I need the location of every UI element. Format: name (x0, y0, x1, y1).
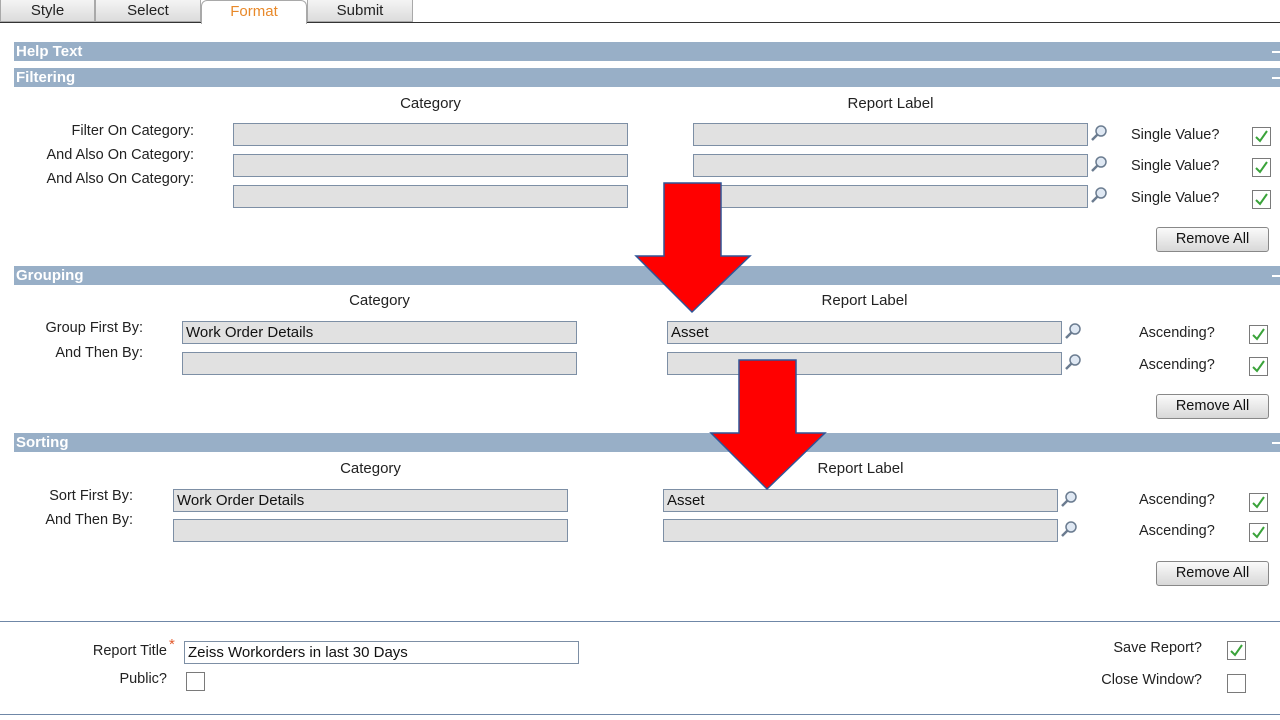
filtering-report-label-header: Report Label (847, 95, 934, 112)
sort-category-field-2[interactable] (173, 519, 568, 542)
sorting-category-header: Category (340, 460, 401, 477)
grouping-title: Grouping (16, 267, 84, 284)
filter-report-label-field-1[interactable] (693, 123, 1088, 146)
single-value-label: Single Value? (1131, 127, 1220, 143)
footer-divider (0, 621, 1280, 622)
filtering-category-header: Category (400, 95, 461, 112)
report-title-input[interactable]: Zeiss Workorders in last 30 Days (184, 641, 579, 664)
group-row-2-label: And Then By: (55, 345, 143, 361)
filtering-remove-all-button[interactable]: Remove All (1156, 227, 1269, 252)
single-value-checkbox-3[interactable] (1252, 190, 1271, 209)
sort-category-field-1[interactable]: Work Order Details (173, 489, 568, 512)
filter-row-1-label: Filter On Category: (71, 123, 195, 139)
required-asterisk: * (169, 636, 175, 653)
ascending-label: Ascending? (1139, 523, 1215, 539)
single-value-checkbox-2[interactable] (1252, 158, 1271, 177)
magnifier-icon[interactable] (1090, 155, 1108, 173)
report-title-label: Report Title (92, 643, 167, 659)
magnifier-icon[interactable] (1060, 490, 1078, 508)
bottom-divider (0, 714, 1280, 715)
magnifier-icon[interactable] (1090, 186, 1108, 204)
filter-report-label-field-2[interactable] (693, 154, 1088, 177)
sort-report-label-field-2[interactable] (663, 519, 1058, 542)
filter-row-2-label: And Also On Category: (46, 147, 195, 163)
sort-ascending-checkbox-1[interactable] (1249, 493, 1268, 512)
sort-row-1-label: Sort First By: (49, 488, 133, 504)
group-row-1-label: Group First By: (45, 320, 144, 336)
filtering-header[interactable]: Filtering (14, 68, 1280, 87)
sorting-remove-all-button[interactable]: Remove All (1156, 561, 1269, 586)
ascending-label: Ascending? (1139, 492, 1215, 508)
help-text-header[interactable]: Help Text (14, 42, 1280, 61)
tab-baseline-right (307, 22, 1280, 23)
tab-baseline-left (0, 22, 201, 23)
filtering-title: Filtering (16, 69, 76, 86)
collapse-icon[interactable] (1270, 437, 1280, 447)
group-report-label-field-1[interactable]: Asset (667, 321, 1062, 344)
magnifier-icon[interactable] (1060, 520, 1078, 538)
tab-submit[interactable]: Submit (307, 0, 413, 22)
filter-category-field-1[interactable] (233, 123, 628, 146)
sorting-header[interactable]: Sorting (14, 433, 1280, 452)
group-ascending-checkbox-1[interactable] (1249, 325, 1268, 344)
close-window-checkbox[interactable] (1227, 674, 1246, 693)
collapse-icon[interactable] (1270, 72, 1280, 82)
filter-category-field-2[interactable] (233, 154, 628, 177)
sorting-title: Sorting (16, 434, 69, 451)
ascending-label: Ascending? (1139, 357, 1215, 373)
group-category-field-1[interactable]: Work Order Details (182, 321, 577, 344)
save-report-checkbox[interactable] (1227, 641, 1246, 660)
tab-format[interactable]: Format (201, 0, 307, 24)
public-checkbox[interactable] (186, 672, 205, 691)
public-label: Public? (119, 671, 167, 687)
magnifier-icon[interactable] (1064, 353, 1082, 371)
save-report-label: Save Report? (1113, 640, 1202, 656)
group-ascending-checkbox-2[interactable] (1249, 357, 1268, 376)
magnifier-icon[interactable] (1064, 322, 1082, 340)
tab-style[interactable]: Style (0, 0, 95, 22)
tab-select[interactable]: Select (95, 0, 201, 22)
collapse-icon[interactable] (1270, 270, 1280, 280)
collapse-icon[interactable] (1270, 46, 1280, 56)
sort-ascending-checkbox-2[interactable] (1249, 523, 1268, 542)
sort-row-2-label: And Then By: (45, 512, 133, 528)
filter-report-label-field-3[interactable] (693, 185, 1088, 208)
single-value-checkbox-1[interactable] (1252, 127, 1271, 146)
filter-row-3-label: And Also On Category: (46, 171, 195, 187)
ascending-label: Ascending? (1139, 325, 1215, 341)
annotation-arrow-down (709, 359, 827, 491)
grouping-category-header: Category (349, 292, 410, 309)
single-value-label: Single Value? (1131, 190, 1220, 206)
help-text-title: Help Text (16, 43, 83, 60)
annotation-arrow-down (634, 182, 752, 314)
close-window-label: Close Window? (1101, 672, 1202, 688)
magnifier-icon[interactable] (1090, 124, 1108, 142)
filter-category-field-3[interactable] (233, 185, 628, 208)
group-category-field-2[interactable] (182, 352, 577, 375)
sort-report-label-field-1[interactable]: Asset (663, 489, 1058, 512)
single-value-label: Single Value? (1131, 158, 1220, 174)
grouping-remove-all-button[interactable]: Remove All (1156, 394, 1269, 419)
